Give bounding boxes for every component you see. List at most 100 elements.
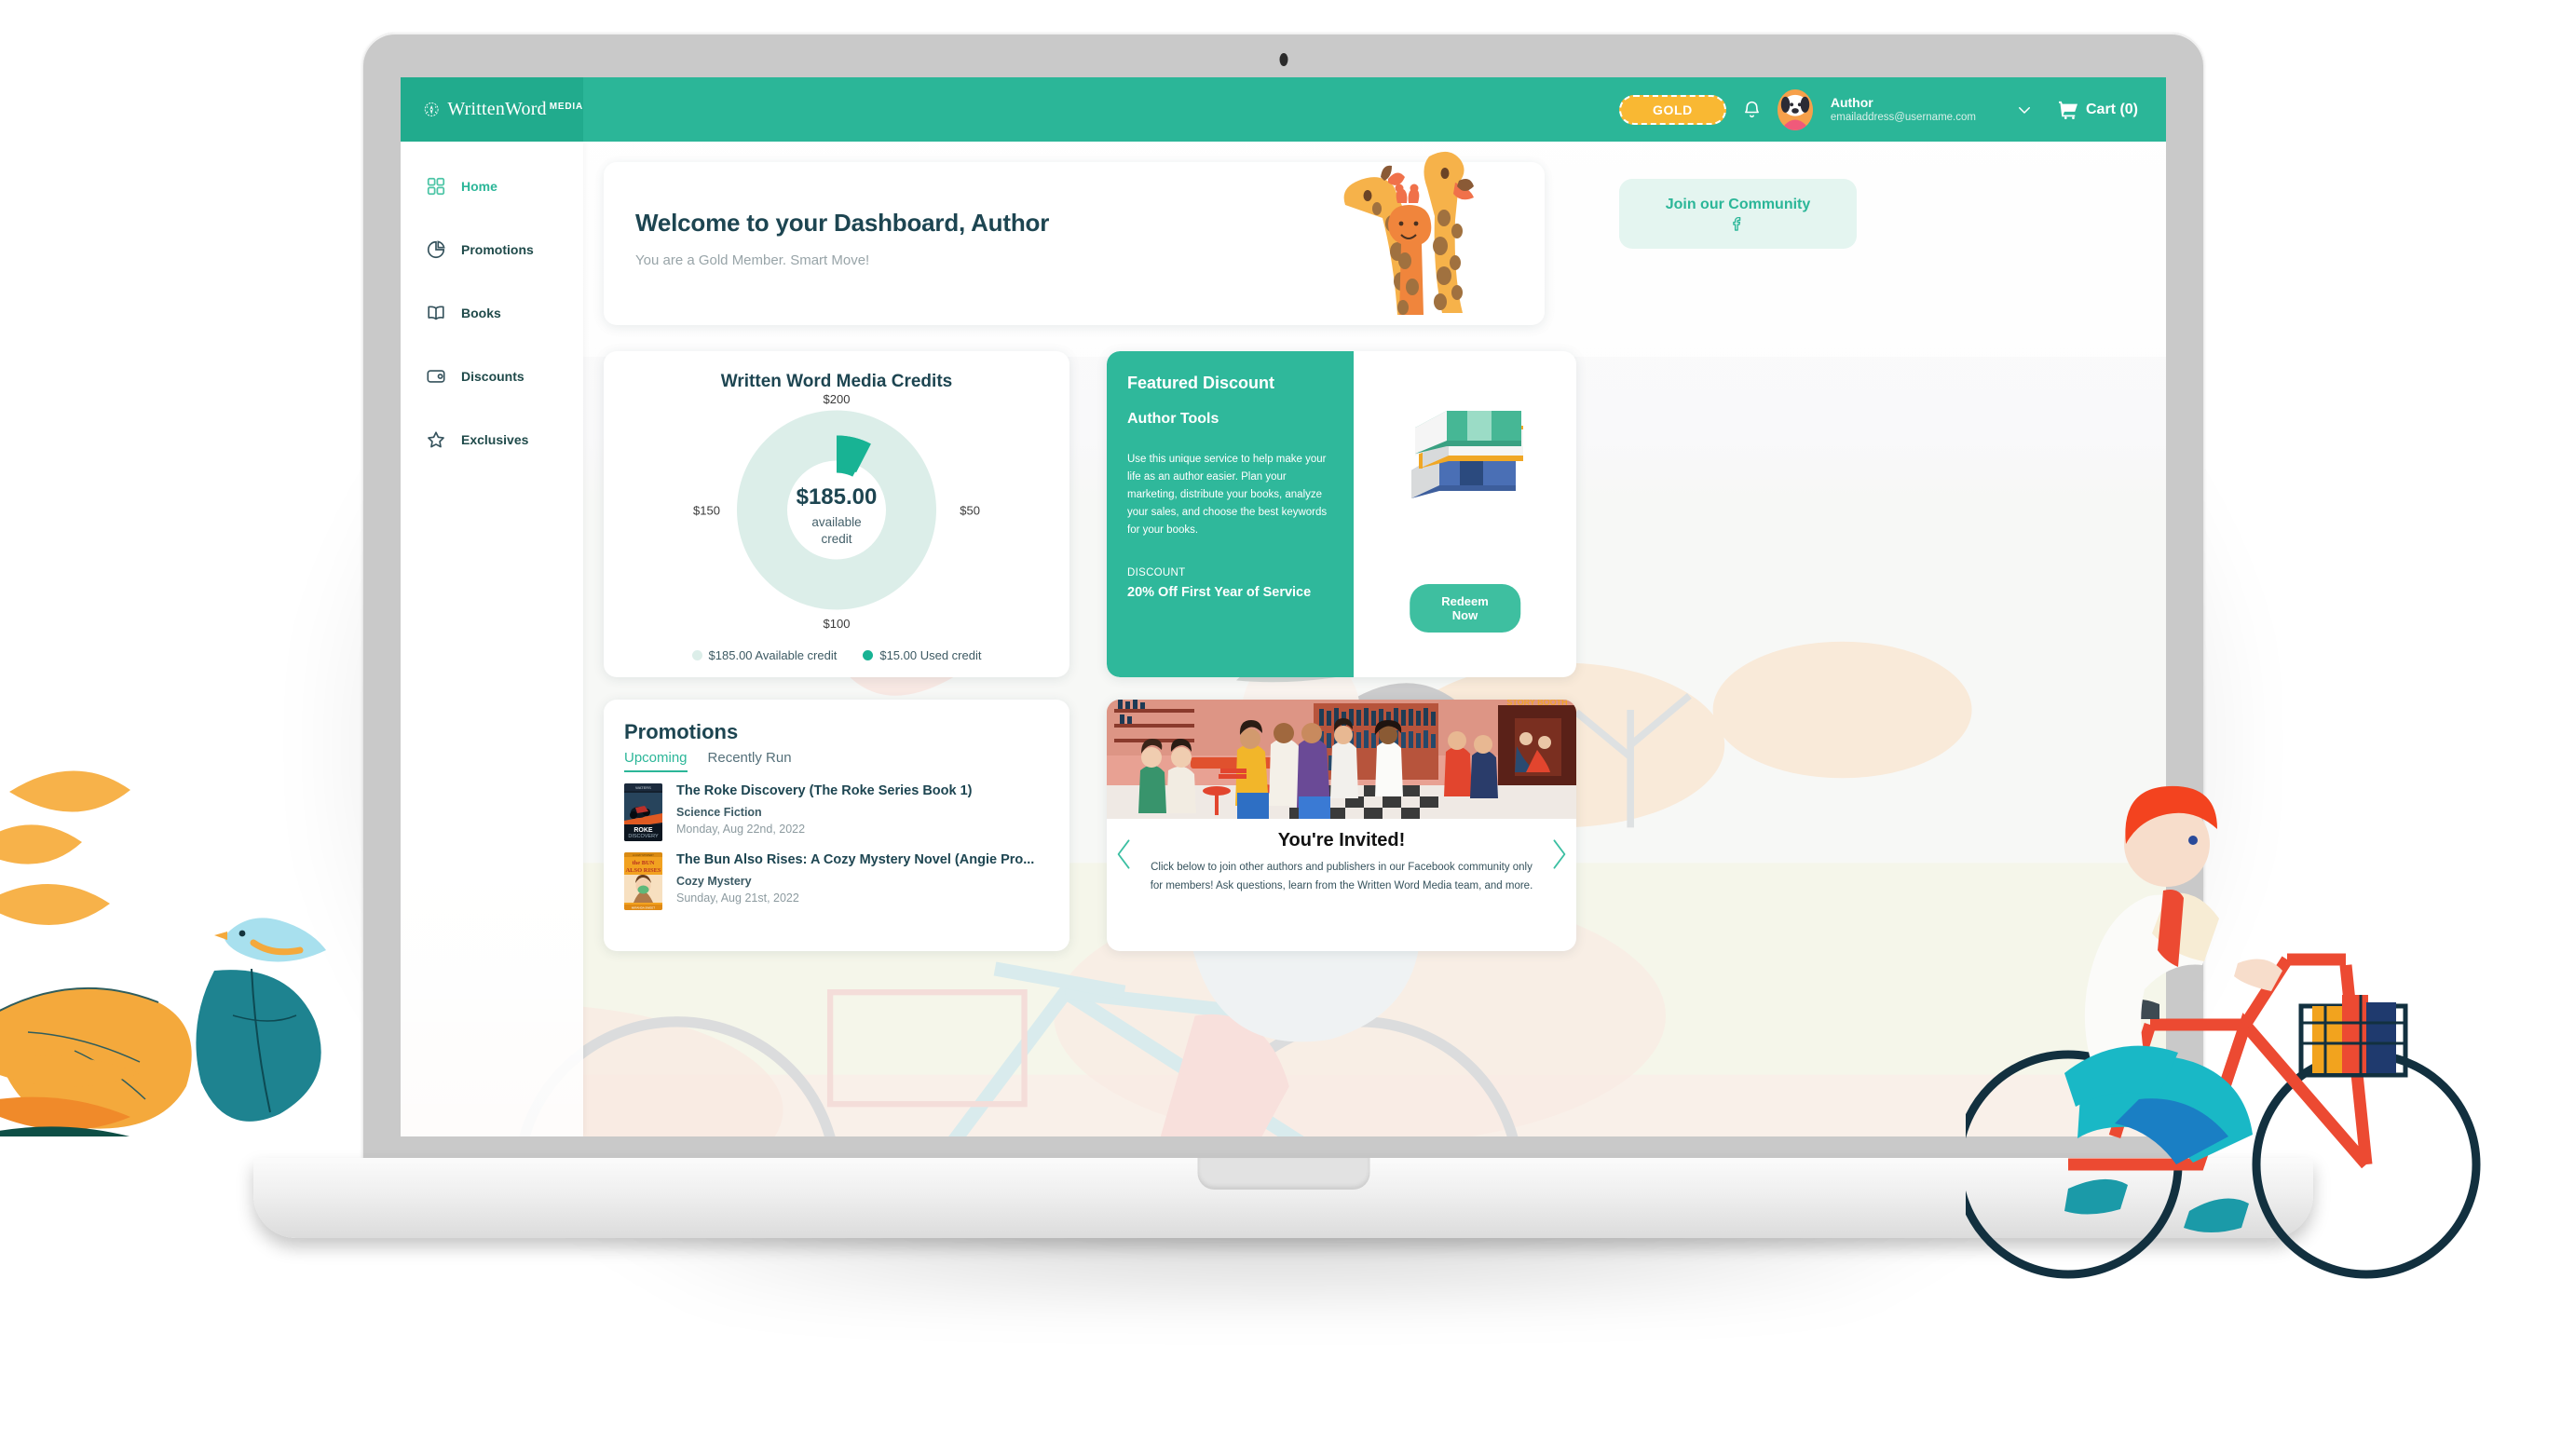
brand-logo[interactable]: WrittenWord MEDIA — [401, 77, 583, 142]
sidebar-item-label: Home — [461, 179, 497, 194]
welcome-card: Welcome to your Dashboard, Author You ar… — [604, 151, 1545, 325]
legend-label: $15.00 Used credit — [879, 648, 982, 662]
avatar[interactable] — [1777, 88, 1813, 130]
promotion-title[interactable]: The Roke Discovery (The Roke Series Book… — [676, 783, 973, 799]
discount-detail-panel: Featured Discount Author Tools Use this … — [1107, 351, 1354, 677]
grid-squares-icon — [427, 177, 445, 196]
legend-item-available: $185.00 Available credit — [691, 648, 838, 662]
invite-title: You're Invited! — [1277, 830, 1406, 850]
pie-chart-icon — [427, 240, 445, 259]
promotion-row[interactable]: A COZY MYSTERY the BUN ALSO RISES MIRAND… — [624, 852, 1047, 910]
book-cover-thumbnail[interactable]: A COZY MYSTERY the BUN ALSO RISES MIRAND… — [624, 852, 662, 910]
invite-card: STORY BOOTH You're Invited! Click below … — [1107, 700, 1576, 951]
promotions-card: Promotions Upcoming Recently Run WATERS … — [604, 700, 1069, 951]
credits-title: Written Word Media Credits — [720, 372, 953, 391]
main-content: Welcome to your Dashboard, Author You ar… — [583, 142, 2166, 1136]
welcome-row: Welcome to your Dashboard, Author You ar… — [604, 151, 2142, 325]
discount-action-panel: Redeem Now — [1354, 351, 1576, 677]
user-info[interactable]: Author emailaddress@username.com — [1831, 95, 1976, 125]
promotion-genre: Cozy Mystery — [676, 875, 752, 889]
brand-wordmark: WrittenWord MEDIA — [447, 99, 583, 120]
pen-brain-logo-icon — [424, 102, 439, 116]
credits-card: Written Word Media Credits $200 $50 $100… — [604, 351, 1069, 677]
legend-item-used: $15.00 Used credit — [863, 648, 981, 662]
bun-also-rises-book-cover: A COZY MYSTERY the BUN ALSO RISES MIRAND… — [624, 852, 662, 910]
open-book-icon — [428, 306, 444, 320]
svg-text:DISCOVERY: DISCOVERY — [628, 834, 659, 839]
tab-upcoming[interactable]: Upcoming — [624, 750, 688, 772]
sidebar-item-label: Exclusives — [461, 432, 529, 447]
discount-deal: 20% Off First Year of Service — [1127, 584, 1312, 600]
svg-text:ROKE: ROKE — [633, 827, 653, 834]
community-label: Join our Community — [1665, 196, 1811, 212]
promotion-title[interactable]: The Bun Also Rises: A Cozy Mystery Novel… — [676, 852, 1034, 868]
credits-donut-chart: $200 $50 $100 $150 $185.00 available cre… — [693, 392, 980, 631]
facebook-icon[interactable] — [1730, 215, 1746, 232]
promotion-genre: Science Fiction — [676, 806, 762, 820]
credit-caption-1: available — [811, 515, 862, 529]
user-email: emailaddress@username.com — [1830, 112, 1976, 124]
invite-text: Click below to join other authors and pu… — [1150, 862, 1533, 892]
brand-name: WrittenWord — [447, 99, 547, 119]
axis-label-right: $50 — [960, 503, 980, 518]
brand-suffix: MEDIA — [549, 102, 583, 112]
legend-dot — [863, 650, 874, 660]
shopping-cart-icon — [2058, 101, 2077, 119]
promotion-date: Sunday, Aug 21st, 2022 — [676, 891, 799, 905]
mid-row: Written Word Media Credits $200 $50 $100… — [604, 351, 2142, 677]
donut-center-label: $185.00 available credit — [762, 484, 911, 546]
three-giraffes-illustration — [1343, 151, 1474, 315]
top-bar: WrittenWord MEDIA GOLD Author emailaddre… — [401, 77, 2166, 142]
roke-discovery-book-cover: WATERS ROKE DISCOVERY — [624, 783, 662, 841]
cart-button[interactable]: Cart (0) — [2058, 101, 2138, 119]
promotions-tabs: Upcoming Recently Run — [624, 750, 1047, 772]
sidebar-item-promotions[interactable]: Promotions — [401, 227, 583, 272]
invite-hero-image: STORY BOOTH — [1107, 700, 1576, 819]
legend-label: $185.00 Available credit — [708, 648, 838, 662]
laptop-lid: WrittenWord MEDIA GOLD Author emailaddre… — [363, 33, 2203, 1164]
svg-text:the BUN: the BUN — [632, 860, 654, 866]
sidebar-item-label: Promotions — [461, 242, 534, 257]
svg-text:STORY BOOTH: STORY BOOTH — [1506, 700, 1567, 707]
sidebar-item-books[interactable]: Books — [401, 291, 583, 335]
cart-label: Cart (0) — [2085, 101, 2138, 117]
promotion-row[interactable]: WATERS ROKE DISCOVERY The Roke Discovery… — [624, 783, 1047, 841]
tab-recently-run[interactable]: Recently Run — [708, 750, 792, 772]
laptop-hinge-notch — [1197, 1158, 1369, 1190]
chevron-left-icon[interactable] — [1114, 836, 1135, 873]
user-avatar-dog — [1777, 88, 1813, 130]
featured-discount-card: Featured Discount Author Tools Use this … — [1107, 351, 1576, 677]
svg-text:WATERS: WATERS — [635, 785, 651, 790]
community-card[interactable]: Join our Community — [1619, 179, 1857, 249]
discount-eyebrow: Featured Discount — [1127, 374, 1275, 392]
invite-body: You're Invited! Click below to join othe… — [1107, 819, 1576, 895]
axis-label-left: $150 — [693, 503, 720, 518]
notification-bell-icon[interactable] — [1742, 99, 1762, 120]
discount-kicker: DISCOUNT — [1127, 566, 1186, 578]
webcam-dot — [1279, 53, 1287, 66]
sidebar-item-discounts[interactable]: Discounts — [401, 354, 583, 399]
sidebar-item-label: Discounts — [461, 369, 524, 384]
laptop-mockup: WrittenWord MEDIA GOLD Author emailaddre… — [253, 33, 2313, 1300]
promotion-details: The Roke Discovery (The Roke Series Book… — [676, 783, 973, 841]
chevron-down-icon[interactable] — [2016, 102, 2033, 118]
star-icon — [428, 431, 444, 448]
screen: WrittenWord MEDIA GOLD Author emailaddre… — [401, 77, 2166, 1136]
chevron-right-icon[interactable] — [1548, 836, 1569, 873]
page-root: WrittenWord MEDIA GOLD Author emailaddre… — [0, 0, 2561, 1456]
svg-text:ALSO RISES: ALSO RISES — [625, 867, 661, 874]
sidebar-item-exclusives[interactable]: Exclusives — [401, 417, 583, 462]
bookstore-cafe-crowd-illustration: STORY BOOTH — [1107, 700, 1576, 819]
svg-text:A COZY MYSTERY: A COZY MYSTERY — [633, 853, 654, 857]
credit-amount: $185.00 — [796, 484, 878, 510]
user-name: Author — [1830, 94, 1873, 110]
promotion-date: Monday, Aug 22nd, 2022 — [676, 823, 806, 837]
sidebar: Home Promotions Books Discounts Exclusiv… — [401, 142, 583, 1136]
book-cover-thumbnail[interactable]: WATERS ROKE DISCOVERY — [624, 783, 662, 841]
discount-name: Author Tools — [1127, 411, 1219, 427]
membership-badge[interactable]: GOLD — [1619, 94, 1726, 125]
redeem-now-button[interactable]: Redeem Now — [1409, 584, 1521, 633]
stack-of-books-illustration — [1410, 411, 1523, 498]
sidebar-item-home[interactable]: Home — [401, 164, 583, 209]
credit-caption-2: credit — [821, 532, 852, 546]
